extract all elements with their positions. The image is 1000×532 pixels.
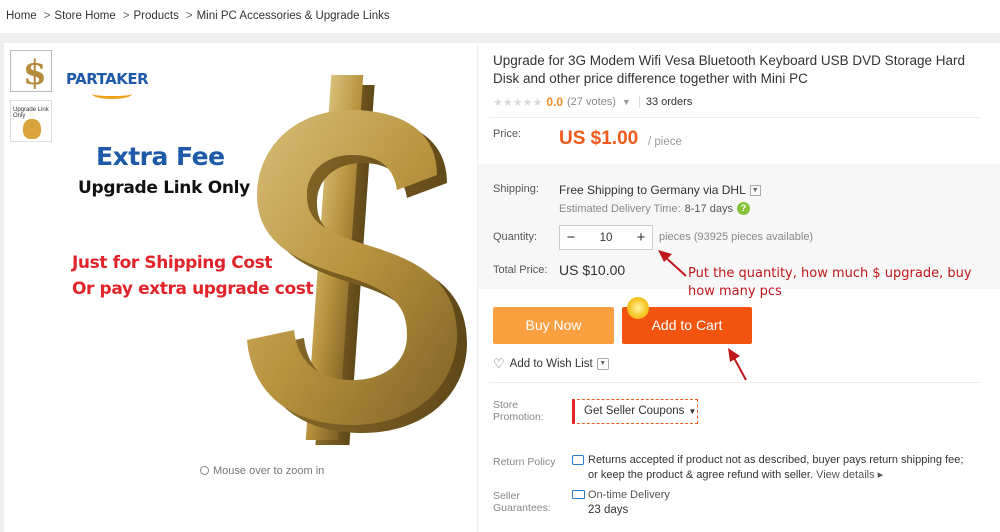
view-details-link[interactable]: View details ▸ [816, 469, 883, 481]
quantity-decrease-button[interactable]: − [560, 226, 582, 249]
coupon-label: Get Seller Coupons [584, 405, 685, 417]
quantity-increase-button[interactable]: + [630, 226, 652, 249]
return-policy-text2: or keep the product & agree refund with … [588, 468, 883, 481]
image-subheadline: Upgrade Link Only [78, 178, 250, 198]
rating-row: ★★★★★ 0.0 (27 votes) ▼ 33 orders [493, 95, 692, 109]
divider [489, 382, 981, 383]
zoom-hint-text: Mouse over to zoom in [213, 465, 325, 477]
price-label: Price: [493, 128, 522, 140]
rating-score: 0.0 [546, 95, 563, 109]
delivery-truck-icon [572, 490, 585, 499]
annotation-text: Put the quantity, how much $ upgrade, bu… [688, 266, 972, 299]
cursor-highlight-icon [627, 297, 649, 319]
breadcrumb-store-home[interactable]: Store Home [54, 10, 115, 22]
seller-guarantees-label: Seller Guarantees: [493, 490, 551, 514]
rating-votes[interactable]: (27 votes) [567, 96, 616, 108]
breadcrumb-products[interactable]: Products [133, 10, 178, 22]
magnifier-icon [200, 466, 209, 475]
brand-logo: PARTAKER [66, 63, 149, 99]
chevron-down-icon[interactable]: ▼ [622, 97, 631, 107]
wish-list-label: Add to Wish List [509, 358, 593, 370]
store-promotion-label: Store Promotion: [493, 399, 544, 423]
caret-down-icon: ▼ [688, 407, 697, 416]
main-product-image[interactable]: PARTAKER Extra Fee Upgrade Link Only Jus… [60, 45, 476, 458]
total-price-value: US $10.00 [559, 262, 626, 278]
breadcrumb-home[interactable]: Home [6, 10, 37, 22]
help-icon[interactable]: ? [736, 202, 750, 215]
delivery-estimate: Estimated Delivery Time: 8-17 days ? [559, 202, 750, 215]
logo-arc-icon [92, 89, 132, 99]
thumbnail-dollar[interactable]: $ [10, 50, 52, 92]
product-title: Upgrade for 3G Modem Wifi Vesa Bluetooth… [493, 53, 965, 86]
header-divider [0, 33, 1000, 43]
estimate-label: Estimated Delivery Time: [559, 202, 681, 215]
heart-icon: ♡ [493, 356, 505, 371]
breadcrumb-category[interactable]: Mini PC Accessories & Upgrade Links [197, 10, 390, 22]
return-policy-text: Returns accepted if product not as descr… [588, 454, 964, 466]
rating-stars-icon: ★★★★★ [493, 96, 543, 109]
wish-list-link[interactable]: ♡ Add to Wish List ▼ [493, 356, 609, 372]
breadcrumb-separator: > [43, 10, 51, 22]
total-price-label: Total Price: [493, 264, 548, 276]
logo-text: PARTAKER [66, 70, 149, 88]
guarantee-days: 23 days [588, 504, 629, 516]
arrow-icon [728, 348, 747, 381]
return-policy-line2: or keep the product & agree refund with … [588, 469, 814, 481]
return-policy-label: Return Policy [493, 456, 556, 468]
breadcrumb-separator: > [122, 10, 130, 22]
price-value: US $1.00 [559, 128, 639, 149]
money-bag-icon [23, 119, 41, 139]
chevron-down-icon[interactable]: ▼ [596, 358, 609, 370]
shipping-label: Shipping: [493, 183, 539, 195]
thumbnail-upgrade-link[interactable]: Upgrade Link Only [10, 100, 52, 142]
chevron-down-icon[interactable]: ▼ [749, 184, 761, 196]
shipping-selector[interactable]: Free Shipping to Germany via DHL ▼ [559, 183, 761, 197]
zoom-hint: Mouse over to zoom in [200, 465, 324, 477]
thumbnail-strip: $ Upgrade Link Only [10, 50, 54, 150]
quantity-stepper: − 10 + [559, 225, 653, 250]
order-count: 33 orders [638, 96, 692, 108]
quantity-label: Quantity: [493, 231, 538, 243]
get-seller-coupons-button[interactable]: Get Seller Coupons ▼ [572, 399, 698, 424]
estimate-value: 8-17 days [684, 202, 733, 215]
shipping-value: Free Shipping to Germany via DHL [559, 183, 746, 197]
divider [489, 117, 981, 118]
dollar-sign-icon: $ [23, 53, 47, 92]
buy-now-button[interactable]: Buy Now [493, 307, 614, 344]
quantity-input[interactable]: 10 [582, 232, 630, 244]
gold-dollar-sign-icon [247, 75, 467, 445]
price-unit: / piece [648, 136, 682, 148]
quantity-available: pieces (93925 pieces available) [659, 231, 814, 243]
return-icon [572, 455, 584, 465]
thumbnail-caption: Upgrade Link Only [13, 107, 49, 119]
breadcrumb: Home > Store Home > Products > Mini PC Accesso… [0, 0, 1000, 33]
breadcrumb-separator: > [185, 10, 193, 22]
image-headline: Extra Fee [96, 142, 225, 171]
guarantee-value: On-time Delivery [588, 489, 670, 501]
left-gutter [0, 43, 4, 532]
